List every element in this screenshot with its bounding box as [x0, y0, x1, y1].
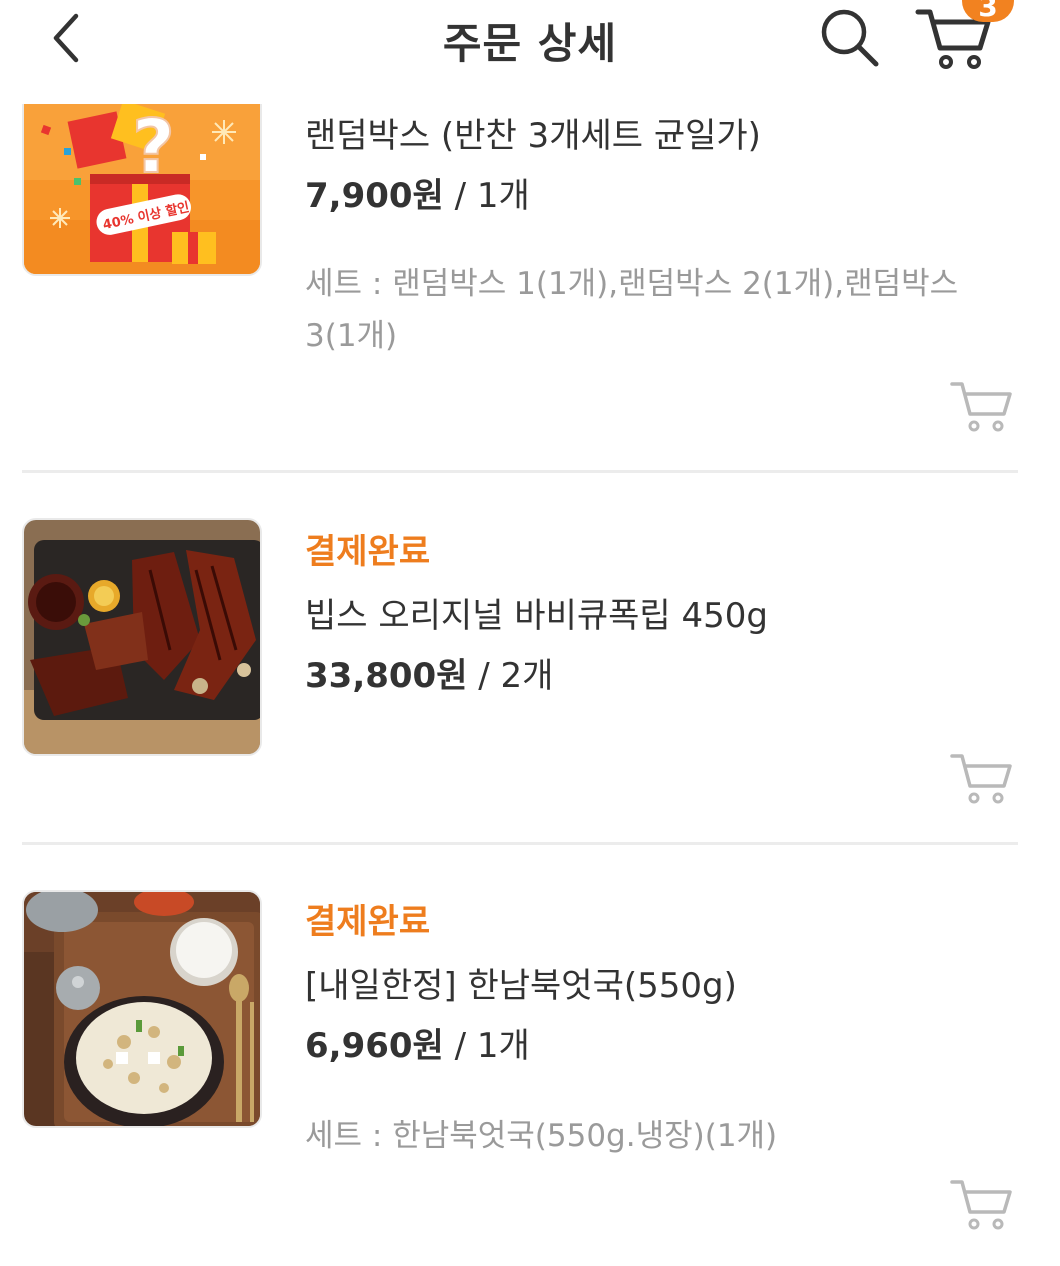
set-info: 세트 : 한남북엇국(550g.냉장)(1개)	[305, 1118, 778, 1154]
order-status: 결제완료	[305, 902, 431, 942]
price-value: 6,960원	[305, 1026, 444, 1066]
product-image-ribs[interactable]	[22, 518, 262, 756]
product-price: 7,900원 / 1개	[305, 168, 530, 217]
add-to-cart-button[interactable]	[948, 380, 1014, 436]
add-to-cart-icon	[950, 382, 1012, 432]
product-price: 33,800원 / 2개	[305, 648, 553, 697]
quantity-value: / 1개	[443, 1026, 530, 1066]
add-to-cart-icon	[950, 754, 1012, 804]
price-value: 33,800원	[305, 656, 468, 696]
page-title: 주문 상세	[442, 19, 618, 68]
item-divider	[22, 470, 1018, 473]
product-image-soup[interactable]	[22, 890, 262, 1128]
quantity-value: / 1개	[443, 176, 530, 216]
add-to-cart-icon	[950, 1180, 1012, 1230]
order-status: 결제완료	[305, 532, 431, 572]
product-price: 6,960원 / 1개	[305, 1018, 530, 1067]
product-name[interactable]: [내일한정] 한남북엇국(550g)	[305, 958, 737, 1007]
item-divider	[22, 842, 1018, 845]
price-value: 7,900원	[305, 176, 444, 216]
search-button[interactable]	[818, 4, 884, 70]
order-detail-page: ? 40% 이상 할인 랜덤박스 (반찬 3개세트 균일가) 7,900원 / …	[0, 0, 1060, 1266]
quantity-value: / 2개	[467, 656, 554, 696]
search-icon	[821, 9, 879, 67]
set-info: 세트 : 랜덤박스 1(1개),랜덤박스 2(1개),랜덤박스 3(1개)	[305, 266, 959, 354]
top-app-bar: 주문 상세 3	[0, 0, 1060, 104]
add-to-cart-button[interactable]	[948, 752, 1014, 808]
product-name[interactable]: 빕스 오리지널 바비큐폭립 450g	[305, 588, 768, 637]
add-to-cart-button[interactable]	[948, 1178, 1014, 1234]
product-name[interactable]: 랜덤박스 (반찬 3개세트 균일가)	[305, 108, 761, 157]
